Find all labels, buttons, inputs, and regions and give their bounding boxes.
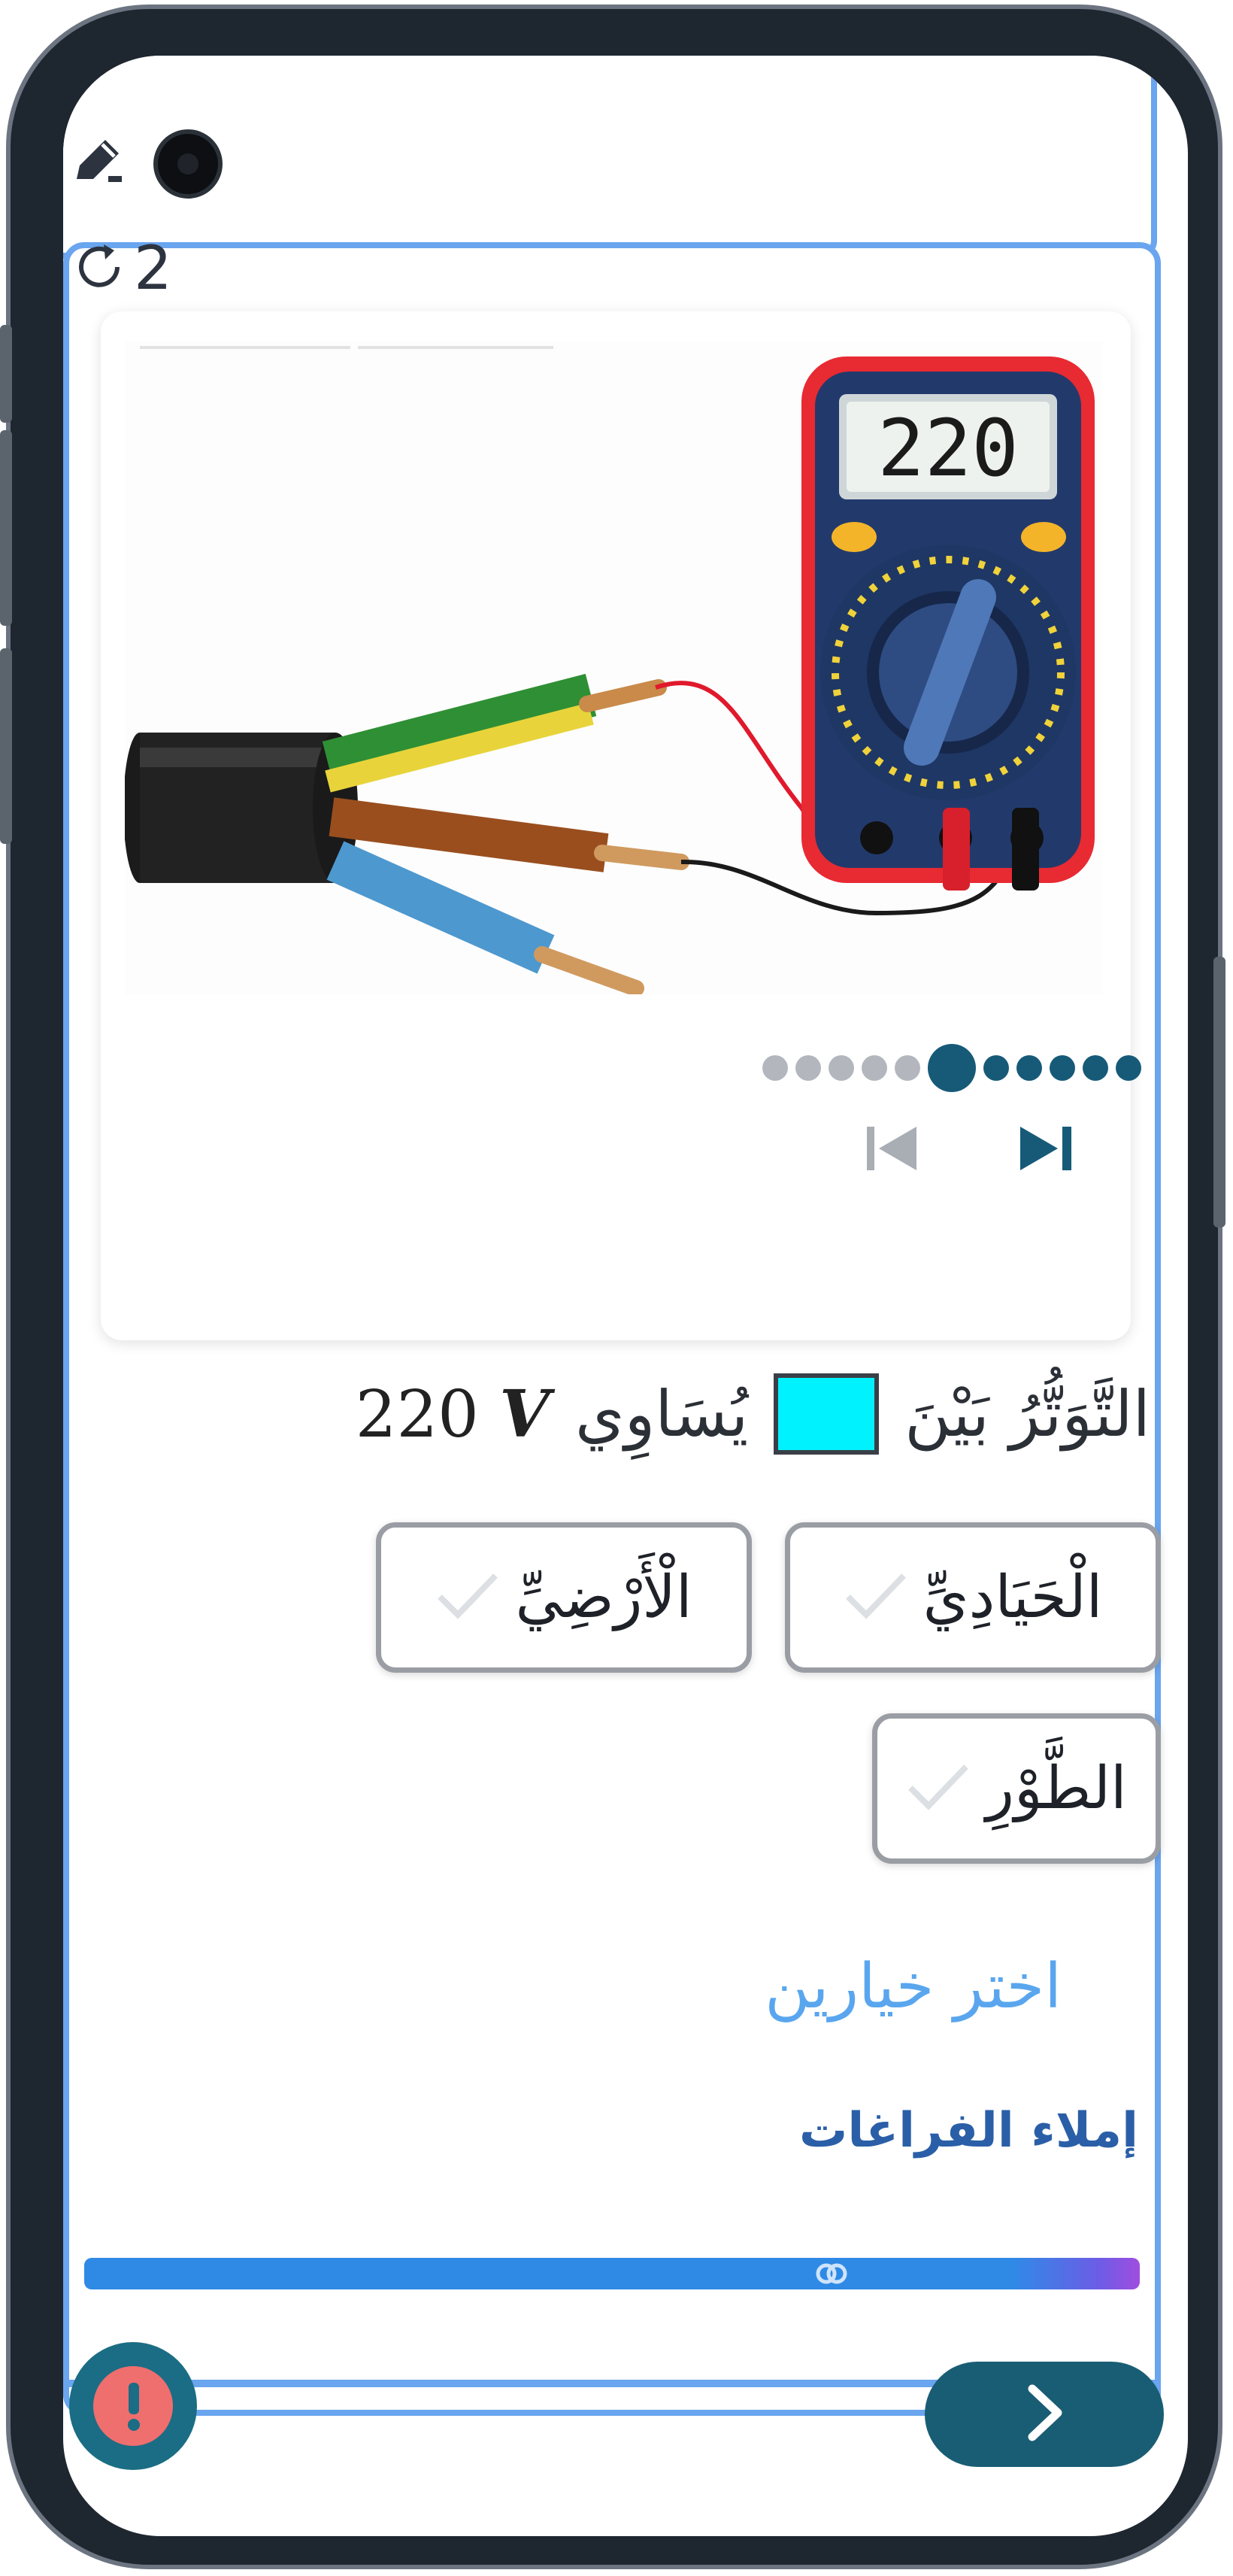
skip-previous-icon[interactable] [860,1115,928,1182]
progress-handle-icon[interactable] [815,2258,848,2289]
screen: 2 220 التَّوَتُّرُ بَيْنَ يُسَاوِي 220 V… [63,56,1188,2536]
check-icon [906,1761,971,1816]
side-button [0,325,12,423]
carousel-dot-active[interactable] [928,1044,976,1092]
cable-multimeter-illustration: 220 [123,341,1102,997]
choice-label: الطَّوْرِ [986,1755,1127,1822]
refresh-icon [71,238,128,299]
multimeter-display: 220 [877,402,1019,494]
carousel-navigation [860,1115,1078,1182]
front-camera [153,129,223,199]
pencil-edit-icon[interactable] [69,132,129,193]
carousel-dot[interactable] [862,1055,887,1081]
carousel-dot[interactable] [983,1055,1009,1081]
carousel-dot[interactable] [1016,1055,1042,1081]
media-card: 220 [101,311,1141,1340]
check-icon [844,1570,908,1625]
question-sentence: التَّوَتُّرُ بَيْنَ يُسَاوِي 220 V [356,1373,1150,1455]
choice-option-3[interactable]: الطَّوْرِ [872,1713,1161,1864]
choice-label: الْأَرْضِيِّ [515,1564,692,1631]
answer-blank[interactable] [774,1373,880,1455]
instruction-text: اختر خيارين [765,1951,1062,2022]
carousel-indicator[interactable] [762,1044,1141,1092]
check-icon [435,1570,500,1625]
section-title: إملاء الفراغات [799,2103,1138,2159]
carousel-dot[interactable] [795,1055,821,1081]
top-card [63,56,1157,259]
carousel-dot[interactable] [762,1055,788,1081]
choice-option-1[interactable]: الْحَيَادِيِّ [785,1522,1161,1673]
voltage-number: 220 [355,1376,479,1452]
phone-frame: 2 220 التَّوَتُّرُ بَيْنَ يُسَاوِي 220 V… [0,5,1225,2569]
question-value: 220 V [356,1376,550,1452]
carousel-dot[interactable] [895,1055,920,1081]
question-prefix: التَّوَتُّرُ بَيْنَ [904,1377,1150,1451]
refresh-control[interactable]: 2 [71,233,172,303]
choice-option-2[interactable]: الْأَرْضِيِّ [376,1522,752,1673]
question-equals: يُسَاوِي [574,1377,749,1451]
progress-bar [84,2258,1140,2289]
refresh-count: 2 [134,233,172,303]
carousel-dot[interactable] [1116,1055,1141,1081]
side-button [0,430,12,626]
choice-label: الْحَيَادِيِّ [922,1564,1103,1631]
next-button[interactable] [925,2362,1164,2467]
power-button [1213,957,1225,1227]
carousel-dot[interactable] [829,1055,854,1081]
exclamation-icon [93,2366,173,2446]
carousel-dot[interactable] [1083,1055,1108,1081]
carousel-dot[interactable] [1050,1055,1075,1081]
side-button [0,648,12,844]
skip-next-icon[interactable] [1010,1115,1078,1182]
report-button[interactable] [69,2342,197,2470]
chevron-right-icon [1022,2383,1067,2446]
voltage-unit: V [499,1376,550,1452]
